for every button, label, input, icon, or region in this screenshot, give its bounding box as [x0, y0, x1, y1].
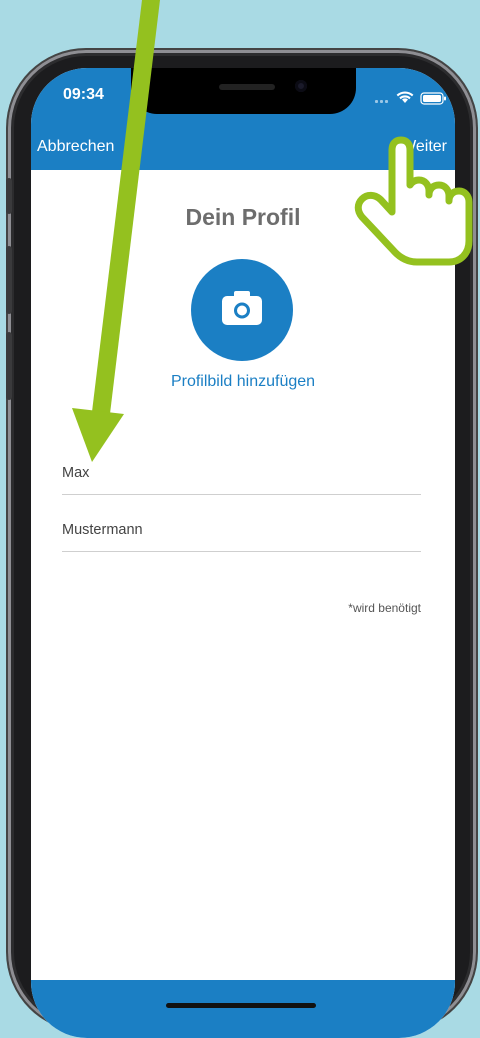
last-name-field[interactable]	[62, 521, 421, 552]
add-profile-photo-button[interactable]	[191, 259, 293, 361]
mute-switch	[6, 178, 12, 214]
wifi-icon	[396, 91, 414, 103]
volume-up-button	[6, 246, 12, 314]
camera-icon	[222, 291, 262, 325]
battery-icon	[420, 92, 446, 105]
speaker	[219, 84, 275, 90]
front-camera	[295, 80, 307, 92]
cancel-button[interactable]: Abbrechen	[37, 138, 114, 156]
page-title: Dein Profil	[185, 204, 301, 230]
bottom-bar	[31, 980, 455, 1038]
signal-icon	[375, 100, 388, 103]
first-name-input[interactable]	[62, 465, 421, 481]
notch	[131, 68, 356, 114]
status-icons	[375, 91, 446, 105]
required-note: *wird benötigt	[348, 601, 421, 615]
first-name-field[interactable]	[62, 464, 421, 495]
next-button[interactable]: Weiter	[401, 138, 447, 156]
navigation-bar: Abbrechen Weiter	[31, 126, 455, 170]
last-name-input[interactable]	[62, 522, 421, 538]
app-screen: 09:34 Abbrechen Weiter Dein Profil Profi…	[31, 68, 455, 1038]
volume-down-button	[6, 332, 12, 400]
status-time: 09:34	[63, 86, 104, 103]
status-bar: 09:34	[31, 68, 455, 126]
add-profile-photo-link[interactable]: Profilbild hinzufügen	[31, 373, 455, 391]
